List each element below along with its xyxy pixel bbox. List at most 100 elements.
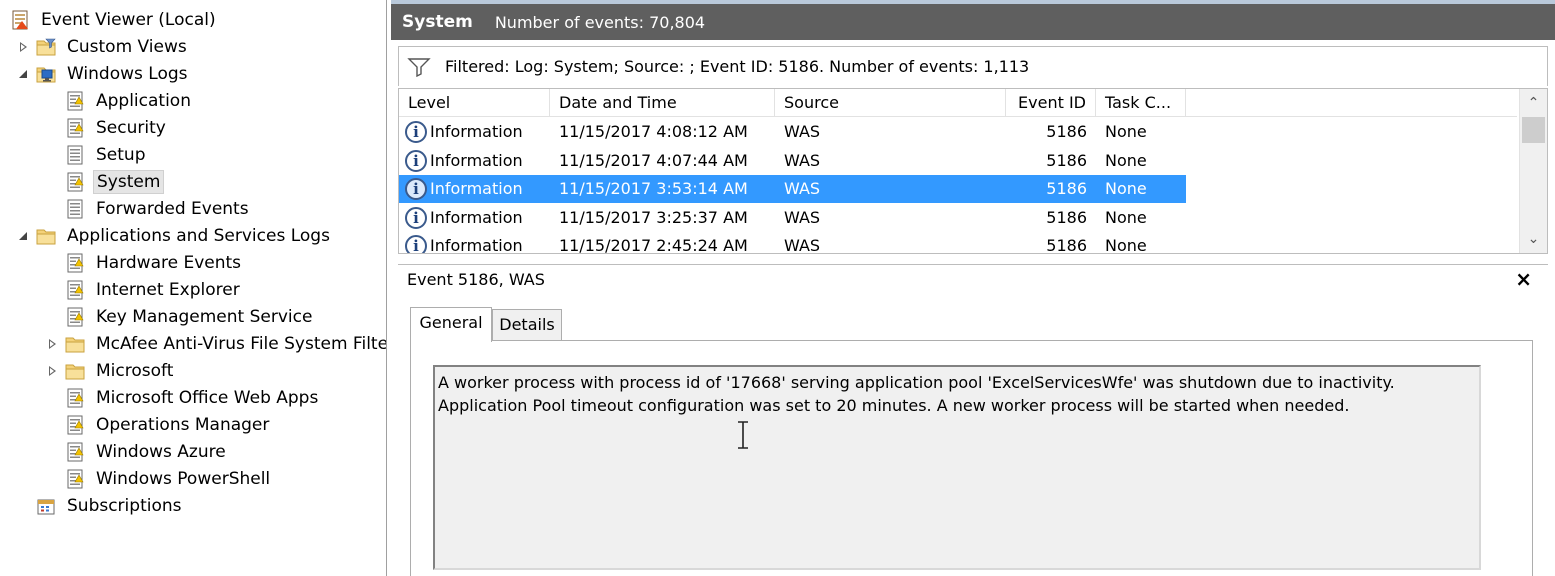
column-header-level[interactable]: Level bbox=[399, 89, 550, 117]
tree-item-subscriptions[interactable]: Subscriptions bbox=[18, 493, 184, 519]
cell-event-id: 5186 bbox=[1046, 150, 1087, 170]
table-row[interactable]: i Information 11/15/2017 4:08:12 AM WAS 5186… bbox=[399, 118, 1186, 146]
tree-item-label: Key Management Service bbox=[96, 307, 313, 327]
scroll-up-icon[interactable]: ⌃ bbox=[1520, 89, 1547, 117]
tree-item-label: Forwarded Events bbox=[96, 199, 249, 219]
tree-item-label: Setup bbox=[96, 145, 146, 165]
log-warning-icon bbox=[67, 253, 84, 273]
grid-scrollbar[interactable]: ⌃ ⌄ bbox=[1519, 89, 1547, 253]
tree-item-internet-explorer[interactable]: Internet Explorer bbox=[47, 277, 243, 303]
tree-item-windows-azure[interactable]: Windows Azure bbox=[47, 439, 229, 465]
tree-item-application[interactable]: Application bbox=[47, 88, 194, 114]
tree-item-forwarded-events[interactable]: Forwarded Events bbox=[47, 196, 252, 222]
event-detail-title: Event 5186, WAS bbox=[407, 270, 545, 289]
tree-item-label: Security bbox=[96, 118, 166, 138]
column-header-task-category[interactable]: Task C... bbox=[1096, 89, 1186, 117]
log-warning-icon bbox=[67, 415, 84, 435]
log-warning-icon bbox=[67, 172, 84, 192]
collapsed-arrow-icon[interactable] bbox=[47, 365, 59, 377]
column-header-filler bbox=[1186, 89, 1517, 117]
cell-level-text: Information bbox=[430, 207, 523, 227]
log-title: System bbox=[402, 12, 473, 32]
column-header-source[interactable]: Source bbox=[775, 89, 1006, 117]
table-row[interactable]: i Information 11/15/2017 4:07:44 AM WAS 5186… bbox=[399, 147, 1186, 175]
column-header-date[interactable]: Date and Time bbox=[550, 89, 775, 117]
expanded-arrow-icon[interactable] bbox=[18, 230, 30, 242]
tree-item-hardware-events[interactable]: Hardware Events bbox=[47, 250, 244, 276]
cell-task-category: None bbox=[1105, 179, 1147, 198]
information-icon: i bbox=[405, 235, 427, 253]
log-warning-icon bbox=[67, 388, 84, 408]
tree-item-label: Windows Azure bbox=[96, 442, 226, 462]
tree-item-security[interactable]: Security bbox=[47, 115, 169, 141]
event-detail-header: Event 5186, WAS × bbox=[398, 264, 1548, 294]
text-cursor-icon bbox=[738, 421, 748, 449]
tree-item-windows-logs[interactable]: Windows Logs bbox=[18, 61, 191, 87]
tree-item-label: System bbox=[93, 170, 165, 194]
cell-level-text: Information bbox=[430, 179, 523, 198]
event-description[interactable]: A worker process with process id of '176… bbox=[433, 365, 1481, 570]
tab-details[interactable]: Details bbox=[492, 309, 562, 340]
scroll-thumb[interactable] bbox=[1522, 117, 1545, 143]
cell-event-id: 5186 bbox=[1046, 122, 1087, 141]
collapsed-arrow-icon[interactable] bbox=[18, 41, 30, 53]
cell-task-category: None bbox=[1105, 122, 1147, 141]
information-icon: i bbox=[405, 149, 427, 172]
tree-item-setup[interactable]: Setup bbox=[47, 142, 148, 168]
log-warning-icon bbox=[67, 280, 84, 300]
tree-item-root[interactable]: Event Viewer (Local) bbox=[10, 7, 219, 33]
folder-icon bbox=[65, 364, 85, 380]
cell-level: i Information bbox=[399, 118, 550, 146]
tree-item-label: Hardware Events bbox=[96, 253, 242, 273]
close-icon[interactable]: × bbox=[1515, 267, 1532, 291]
cell-task-category: None bbox=[1105, 236, 1147, 254]
tree-item-mcafee-anti-virus-file-system-filter[interactable]: McAfee Anti-Virus File System Filter bbox=[47, 331, 386, 357]
events-grid: Level Date and Time Source Event ID Task… bbox=[398, 88, 1548, 254]
cell-source: WAS bbox=[784, 150, 821, 170]
cell-source: WAS bbox=[784, 122, 821, 141]
tab-general[interactable]: General bbox=[410, 307, 492, 342]
cell-date: 11/15/2017 4:07:44 AM bbox=[559, 150, 748, 170]
tree-item-microsoft-office-web-apps[interactable]: Microsoft Office Web Apps bbox=[47, 385, 321, 411]
information-icon: i bbox=[405, 178, 427, 200]
collapsed-arrow-icon[interactable] bbox=[47, 338, 59, 350]
column-header-event-id[interactable]: Event ID bbox=[1006, 89, 1096, 117]
tree-item-custom-views[interactable]: Custom Views bbox=[18, 34, 190, 60]
tree-item-label: Custom Views bbox=[67, 37, 187, 57]
cell-level-text: Information bbox=[430, 236, 523, 254]
scroll-down-icon[interactable]: ⌄ bbox=[1520, 225, 1547, 253]
tree-item-applications-and-services-logs[interactable]: Applications and Services Logs bbox=[18, 223, 333, 249]
table-row[interactable]: i Information 11/15/2017 3:53:14 AM WAS 5186… bbox=[399, 175, 1186, 203]
windows-logs-icon bbox=[36, 67, 56, 83]
folder-icon bbox=[65, 337, 85, 353]
tree-item-microsoft[interactable]: Microsoft bbox=[47, 358, 176, 384]
tree-item-label: Microsoft Office Web Apps bbox=[96, 388, 319, 408]
event-viewer-icon bbox=[12, 10, 28, 30]
expanded-arrow-icon[interactable] bbox=[18, 68, 30, 80]
tree-item-system[interactable]: System bbox=[47, 169, 165, 195]
event-count: Number of events: 70,804 bbox=[494, 12, 706, 32]
table-row[interactable]: i Information 11/15/2017 3:25:37 AM WAS 5186… bbox=[399, 204, 1186, 232]
cell-event-id: 5186 bbox=[1046, 236, 1087, 254]
cell-level: i Information bbox=[399, 204, 550, 232]
log-header: System Number of events: 70,804 bbox=[391, 4, 1555, 40]
cell-date: 11/15/2017 3:25:37 AM bbox=[559, 207, 748, 227]
filter-bar: Filtered: Log: System; Source: ; Event I… bbox=[398, 46, 1548, 86]
grid-header: Level Date and Time Source Event ID Task… bbox=[399, 89, 1517, 117]
tree-item-label: Windows Logs bbox=[67, 64, 188, 84]
tree-item-windows-powershell[interactable]: Windows PowerShell bbox=[47, 466, 273, 492]
tree-item-key-management-service[interactable]: Key Management Service bbox=[47, 304, 315, 330]
information-icon: i bbox=[405, 206, 427, 229]
log-warning-icon bbox=[67, 442, 84, 462]
cell-source: WAS bbox=[784, 236, 821, 254]
cell-event-id: 5186 bbox=[1046, 207, 1087, 227]
cell-date: 11/15/2017 2:45:24 AM bbox=[559, 236, 748, 254]
tree-item-label: Event Viewer (Local) bbox=[41, 10, 216, 30]
tree-item-operations-manager[interactable]: Operations Manager bbox=[47, 412, 272, 438]
cell-source: WAS bbox=[784, 207, 821, 227]
cell-level: i Information bbox=[399, 232, 550, 254]
log-warning-icon bbox=[67, 91, 84, 111]
table-row[interactable]: i Information 11/15/2017 2:45:24 AM WAS 5186… bbox=[399, 232, 1186, 254]
tree-item-label: Operations Manager bbox=[96, 415, 270, 435]
cell-level-text: Information bbox=[430, 122, 523, 141]
